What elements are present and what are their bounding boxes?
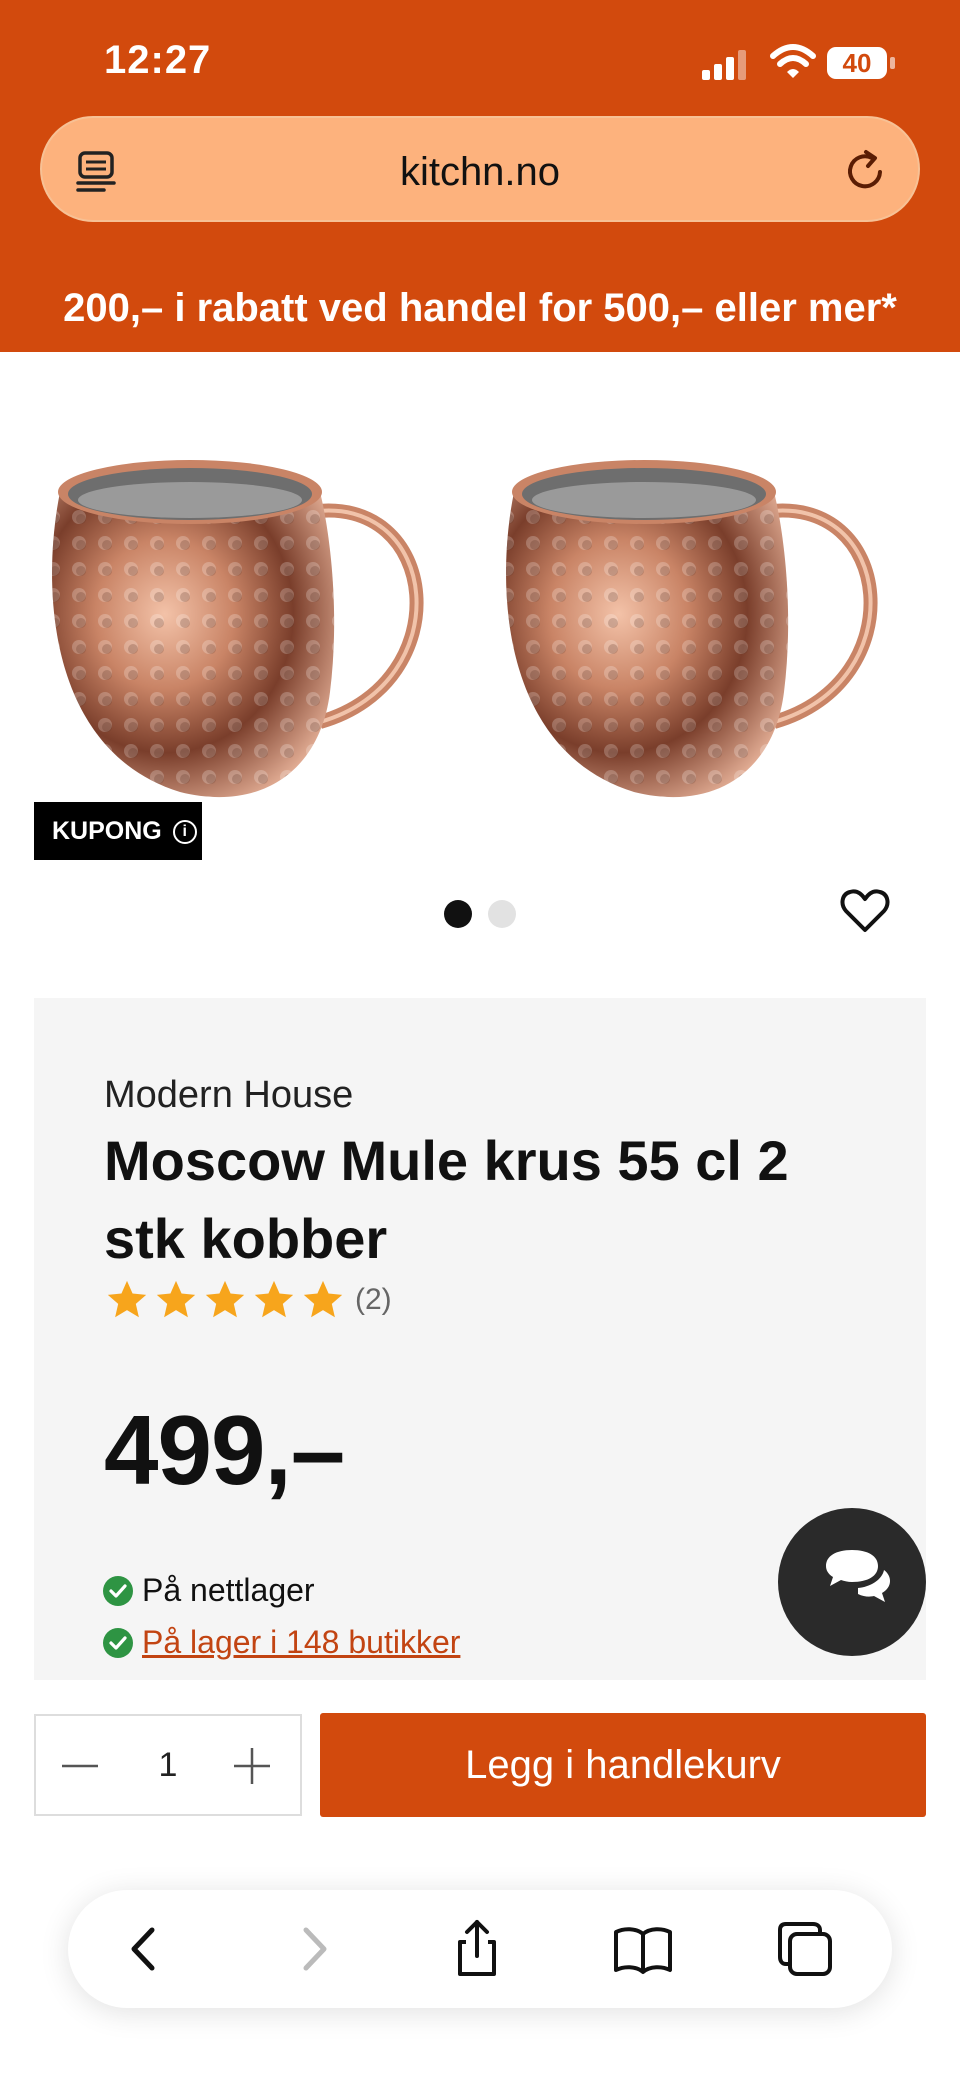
stock-stores-link[interactable]: På lager i 148 butikker (142, 1624, 460, 1661)
quantity-stepper[interactable]: 1 (34, 1714, 302, 1816)
review-count: (2) (355, 1283, 392, 1316)
star-icon (107, 1280, 147, 1318)
star-icon (156, 1280, 196, 1318)
star-icon (254, 1280, 294, 1318)
battery-level: 40 (842, 48, 872, 78)
product-title: Moscow Mule krus 55 cl 2 stk kobber (104, 1129, 789, 1270)
plus-icon[interactable] (232, 1746, 272, 1786)
heart-icon[interactable] (838, 884, 892, 938)
status-time: 12:27 (104, 38, 212, 82)
promo-banner[interactable]: 200,– i rabatt ved handel for 500,– elle… (0, 270, 960, 352)
forward-icon[interactable] (282, 1918, 344, 1980)
back-icon[interactable] (114, 1918, 176, 1980)
coupon-label: KUPONG (52, 817, 162, 845)
product-price: 499,– (104, 1395, 345, 1505)
rating[interactable]: (2) (104, 1276, 392, 1324)
chat-bubbles-icon (826, 1550, 890, 1602)
star-icon (303, 1280, 343, 1318)
signal-icon (702, 50, 746, 80)
add-to-cart-button[interactable]: Legg i handlekurv (320, 1713, 926, 1817)
browser-address-area: kitchn.no (0, 110, 960, 270)
check-circle-icon (103, 1627, 133, 1658)
stock-online: På nettlager (102, 1572, 315, 1609)
carousel-dot[interactable] (488, 900, 516, 928)
address-bar[interactable]: kitchn.no (40, 116, 920, 222)
chat-button[interactable] (778, 1508, 926, 1656)
reload-icon[interactable] (842, 148, 888, 194)
product-gallery[interactable] (0, 352, 960, 872)
url-text[interactable]: kitchn.no (42, 150, 918, 195)
product-image (506, 460, 878, 798)
tabs-icon[interactable] (774, 1918, 836, 1980)
browser-toolbar (68, 1890, 892, 2008)
battery-icon: 40 (826, 46, 896, 80)
carousel-dot-active[interactable] (444, 900, 472, 928)
wifi-icon (770, 44, 816, 78)
coupon-badge[interactable]: KUPONG i (34, 802, 202, 860)
info-icon[interactable]: i (172, 820, 197, 845)
bookmarks-icon[interactable] (612, 1918, 674, 1980)
star-icon (205, 1280, 245, 1318)
stock-stores[interactable]: På lager i 148 butikker (102, 1624, 460, 1661)
product-image (52, 460, 424, 798)
share-icon[interactable] (446, 1918, 508, 1980)
check-circle-icon (103, 1575, 133, 1606)
status-bar: 12:27 40 (0, 0, 960, 120)
product-brand[interactable]: Modern House (104, 1074, 353, 1117)
stock-online-label: På nettlager (142, 1572, 315, 1608)
